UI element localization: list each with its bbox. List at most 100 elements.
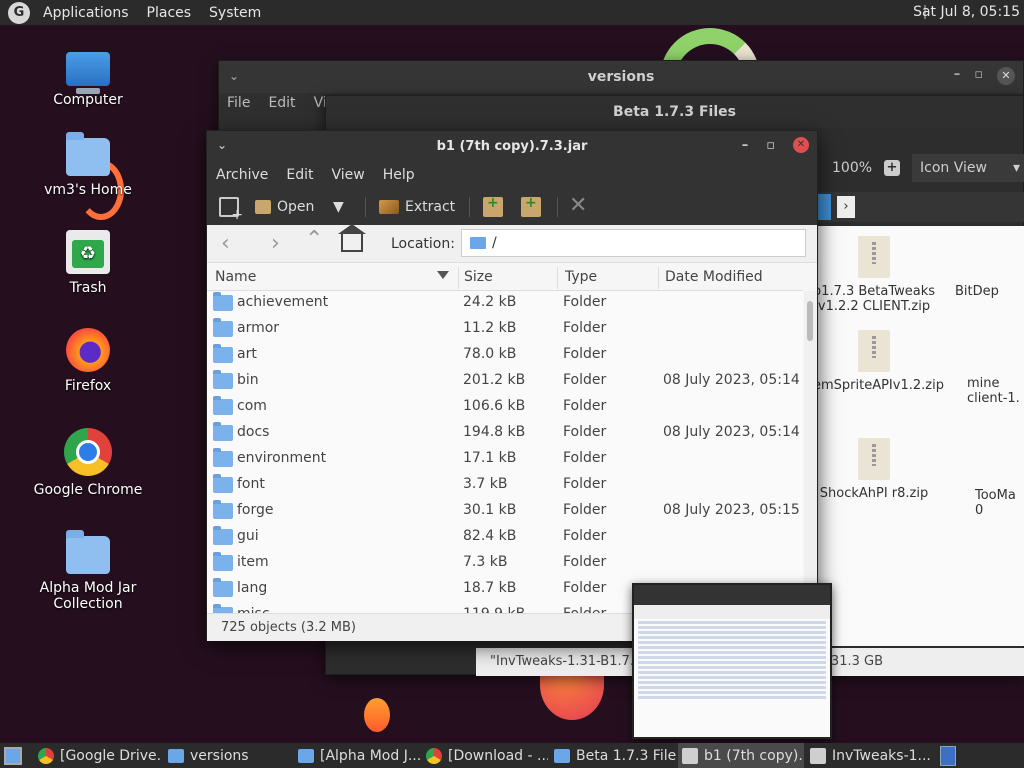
column-divider[interactable] [658, 267, 659, 289]
table-row[interactable]: gui 82.4 kB Folder [207, 525, 803, 551]
system-menu[interactable]: System [200, 5, 270, 21]
menu-edit[interactable]: Edit [286, 167, 313, 183]
folder-icon [213, 526, 233, 545]
workspace-switcher[interactable] [940, 746, 956, 766]
open-button[interactable]: Open [255, 195, 314, 219]
zoom-in-icon[interactable]: + [884, 160, 900, 176]
new-archive-button[interactable] [219, 195, 243, 223]
show-desktop-icon[interactable] [4, 747, 22, 765]
location-input[interactable]: / [461, 229, 806, 257]
add-folder-button[interactable] [521, 195, 541, 219]
table-row[interactable]: armor 11.2 kB Folder [207, 317, 803, 343]
row-type: Folder [563, 320, 607, 336]
menu-help[interactable]: Help [383, 167, 415, 183]
home-icon[interactable] [338, 224, 366, 252]
taskbar-item[interactable]: b1 (7th copy).... [678, 743, 804, 768]
applications-menu[interactable]: Applications [34, 5, 138, 21]
location-label: Location: [391, 236, 455, 252]
close-icon[interactable]: ✕ [997, 67, 1015, 85]
desktop-icon-home[interactable]: vm3's Home [28, 132, 148, 198]
desktop-icon-trash[interactable]: Trash [28, 230, 148, 296]
file-list: achievement 24.2 kB Folder armor 11.2 kB Fold… [207, 291, 803, 613]
column-date-modified[interactable]: Date Modified [665, 269, 763, 285]
menu-view[interactable]: View [332, 167, 365, 183]
table-row[interactable]: bin 201.2 kB Folder 08 July 2023, 05:14 [207, 369, 803, 395]
path-crumb[interactable] [817, 194, 831, 220]
archive-manager-window[interactable]: ⌄ b1 (7th copy).7.3.jar – ▫ ✕ Archive Ed… [206, 130, 818, 641]
folder-icon [470, 237, 486, 249]
row-size: 119.9 kB [463, 606, 525, 613]
desktop-icon-firefox[interactable]: Firefox [28, 328, 148, 394]
file-item[interactable]: BitDep [955, 284, 1024, 299]
file-item[interactable]: mine client-1. [967, 376, 1024, 406]
taskbar-item[interactable]: InvTweaks-1.... [806, 743, 930, 768]
row-date-modified: 08 July 2023, 05:15 [663, 502, 800, 518]
extract-button[interactable]: Extract [379, 195, 455, 219]
window-menu-icon[interactable]: ⌄ [217, 138, 227, 152]
folder-icon [213, 578, 233, 597]
window-preview-thumbnail[interactable] [632, 583, 832, 739]
table-row[interactable]: font 3.7 kB Folder [207, 473, 803, 499]
chevron-right-icon[interactable]: › [837, 196, 855, 218]
window-titlebar[interactable]: Beta 1.7.3 Files [326, 96, 1023, 128]
menubar: Archive Edit View Help [207, 161, 817, 189]
file-item[interactable]: TooMa 0 [975, 488, 1024, 518]
scrollbar-thumb[interactable] [807, 301, 813, 341]
table-row[interactable]: achievement 24.2 kB Folder [207, 291, 803, 317]
column-size[interactable]: Size [464, 269, 493, 285]
row-size: 24.2 kB [463, 294, 517, 310]
row-type: Folder [563, 580, 607, 596]
column-type[interactable]: Type [565, 269, 597, 285]
maximize-icon[interactable]: ▫ [766, 138, 775, 153]
menu-file[interactable]: File [227, 95, 250, 111]
table-row[interactable]: com 106.6 kB Folder [207, 395, 803, 421]
window-titlebar[interactable]: ⌄ b1 (7th copy).7.3.jar – ▫ ✕ [207, 131, 817, 161]
taskbar-item[interactable]: [Download - ... [422, 743, 548, 768]
back-icon[interactable]: ‹ [221, 231, 230, 256]
row-size: 18.7 kB [463, 580, 517, 596]
minimize-icon[interactable]: – [742, 138, 749, 153]
taskbar-item[interactable]: [Alpha Mod J... [294, 743, 420, 768]
taskbar-item-label: InvTweaks-1.... [832, 747, 930, 764]
add-files-button[interactable] [483, 195, 503, 219]
desktop-icon-label: Google Chrome [33, 482, 143, 498]
table-row[interactable]: docs 194.8 kB Folder 08 July 2023, 05:14 [207, 421, 803, 447]
maximize-icon[interactable]: ▫ [974, 67, 983, 85]
desktop-icon-computer[interactable]: Computer [28, 52, 148, 108]
menu-archive[interactable]: Archive [216, 167, 268, 183]
taskbar-item[interactable]: versions [164, 743, 292, 768]
clock[interactable]: Sat Jul 8, 05:15 [913, 0, 1020, 25]
taskbar-item-label: [Google Drive... [60, 747, 162, 764]
gnome-foot-icon[interactable]: G [8, 1, 30, 24]
delete-button[interactable]: ✕ [569, 193, 587, 218]
folder-icon [66, 530, 110, 574]
window-titlebar[interactable]: ⌄ versions – ▫ ✕ [219, 61, 1023, 93]
close-icon[interactable]: ✕ [793, 137, 809, 153]
sort-descending-icon[interactable] [437, 271, 449, 279]
table-row[interactable]: item 7.3 kB Folder [207, 551, 803, 577]
view-mode-select[interactable]: Icon View [912, 154, 1024, 182]
table-row[interactable]: forge 30.1 kB Folder 08 July 2023, 05:15 [207, 499, 803, 525]
taskbar-item[interactable]: [Google Drive... [34, 743, 162, 768]
up-icon[interactable]: ⌃ [305, 227, 323, 252]
table-row[interactable]: art 78.0 kB Folder [207, 343, 803, 369]
file-item[interactable]: ShockAhPI r8.zip [799, 438, 949, 501]
places-menu[interactable]: Places [138, 5, 201, 21]
row-name: item [237, 554, 269, 570]
taskbar-item[interactable]: Beta 1.7.3 Files [550, 743, 676, 768]
file-item[interactable]: b1.7.3 BetaTweaks v1.2.2 CLIENT.zip [799, 236, 949, 314]
desktop-icon-alpha-mod[interactable]: Alpha Mod Jar Collection [28, 530, 148, 612]
window-menu-icon[interactable]: ⌄ [229, 69, 239, 83]
column-name[interactable]: Name [215, 269, 256, 285]
open-dropdown-button[interactable]: ▼ [333, 195, 344, 219]
menu-edit[interactable]: Edit [268, 95, 295, 111]
row-size: 17.1 kB [463, 450, 517, 466]
vertical-scrollbar[interactable] [804, 291, 817, 613]
file-item[interactable]: ItemSpriteAPIv1.2.zip [799, 330, 949, 393]
column-divider[interactable] [458, 267, 459, 289]
forward-icon[interactable]: › [271, 231, 280, 256]
column-divider[interactable] [557, 267, 558, 289]
desktop-icon-chrome[interactable]: Google Chrome [28, 428, 148, 498]
table-row[interactable]: environment 17.1 kB Folder [207, 447, 803, 473]
minimize-icon[interactable]: – [954, 67, 961, 85]
